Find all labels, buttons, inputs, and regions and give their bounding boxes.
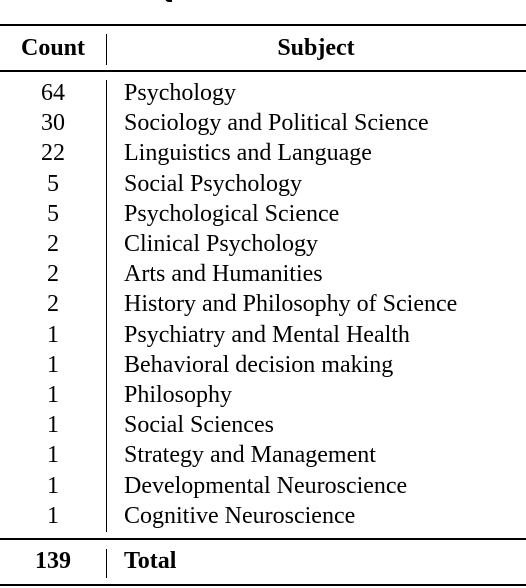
row-subject: History and Philosophy of Science [124, 291, 458, 318]
total-count: 139 [35, 548, 71, 574]
row-count: 22 [41, 140, 65, 167]
row-count: 1 [47, 321, 59, 348]
header-rule [0, 70, 526, 72]
table-header: Count Subject [0, 33, 526, 63]
table-row: 1 Philosophy [0, 380, 526, 410]
row-subject: Behavioral decision making [124, 351, 394, 378]
row-count: 2 [47, 291, 59, 318]
table-row: 1 Strategy and Management [0, 440, 526, 470]
row-subject: Psychology [124, 80, 237, 106]
table-row: 1 Social Sciences [0, 410, 526, 440]
row-count: 2 [47, 231, 59, 257]
row-subject: Cognitive Neuroscience [124, 502, 356, 529]
row-count: 5 [47, 200, 59, 227]
row-count: 1 [47, 472, 59, 499]
row-subject: Philosophy [124, 382, 233, 408]
row-count: 1 [47, 351, 59, 378]
table-row: 5 Psychological Science [0, 199, 526, 229]
table-row: 1 Developmental Neuroscience [0, 471, 526, 501]
table-row: 2 Arts and Humanities [0, 259, 526, 289]
bottom-rule [0, 584, 526, 586]
row-subject: Strategy and Management [124, 442, 376, 469]
table-row: 2 History and Philosophy of Science [0, 289, 526, 319]
total-row: 139 Total [0, 546, 526, 576]
table-row: 30 Sociology and Political Science [0, 108, 526, 138]
row-subject: Linguistics and Language [124, 140, 372, 167]
row-count: 1 [47, 412, 59, 439]
table-row: 64 Psychology [0, 78, 526, 108]
table-row: 2 Clinical Psychology [0, 229, 526, 259]
total-rule [0, 538, 526, 540]
column-divider [106, 34, 107, 65]
table-row: 1 Cognitive Neuroscience [0, 501, 526, 531]
caption-fragment [163, 0, 173, 2]
row-subject: Social Sciences [124, 412, 274, 439]
row-subject: Sociology and Political Science [124, 110, 429, 137]
table-row: 1 Behavioral decision making [0, 350, 526, 380]
row-count: 5 [47, 170, 59, 197]
total-label: Total [124, 548, 177, 574]
top-rule [0, 24, 526, 26]
row-count: 1 [47, 442, 59, 469]
row-subject: Clinical Psychology [124, 231, 318, 257]
row-count: 1 [47, 382, 59, 408]
header-count: Count [20, 35, 86, 61]
row-count: 1 [47, 502, 59, 529]
header-subject: Subject [277, 35, 355, 61]
row-subject: Social Psychology [124, 170, 302, 197]
table-row: 22 Linguistics and Language [0, 138, 526, 168]
table-row: 1 Psychiatry and Mental Health [0, 320, 526, 350]
row-count: 2 [47, 261, 59, 288]
row-count: 30 [41, 110, 65, 137]
table-row: 5 Social Psychology [0, 169, 526, 199]
row-subject: Psychological Science [124, 200, 340, 227]
row-count: 64 [41, 80, 65, 106]
row-subject: Arts and Humanities [124, 261, 323, 288]
row-subject: Developmental Neuroscience [124, 472, 408, 499]
column-divider [106, 549, 107, 578]
row-subject: Psychiatry and Mental Health [124, 321, 410, 348]
column-divider [106, 80, 107, 532]
